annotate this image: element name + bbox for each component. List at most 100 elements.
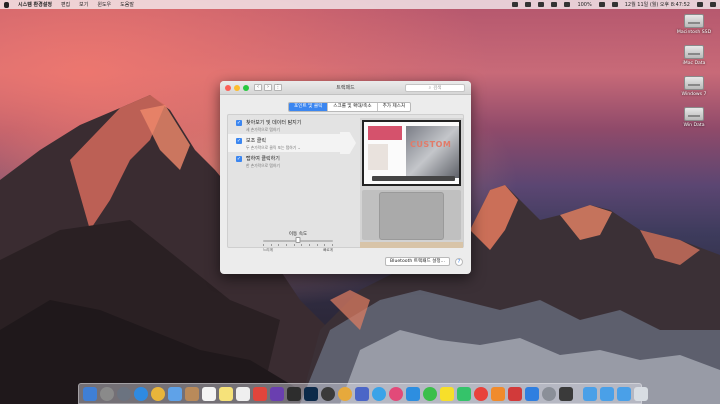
zoom-button[interactable] — [243, 84, 249, 91]
finder-icon[interactable] — [83, 386, 97, 401]
menu-edit[interactable]: 편집 — [61, 1, 70, 8]
desktop-drive[interactable]: iMac Data — [674, 45, 714, 66]
music-icon[interactable] — [474, 386, 488, 401]
reminders-icon[interactable] — [236, 386, 250, 401]
app-menu[interactable]: 시스템 환경설정 — [18, 1, 52, 8]
checkbox-lookup[interactable]: ✓ — [236, 120, 242, 126]
contacts-icon[interactable] — [185, 386, 199, 401]
tab-point-and-click[interactable]: 포인트 및 클릭 — [289, 103, 329, 111]
gesture-preview-video: CUSTOM — [360, 118, 463, 248]
notes-icon[interactable] — [219, 386, 233, 401]
media-app-icon[interactable] — [270, 386, 284, 401]
option-title: 찾아보기 및 데이터 탐지기 — [246, 120, 302, 126]
drive-label: iMac Data — [682, 61, 706, 66]
bluetooth-trackpad-setup-button[interactable]: Bluetooth 트랙패드 설정... — [385, 257, 450, 266]
preview-thumbnail — [368, 144, 388, 170]
checkbox-tap-to-click[interactable]: ✓ — [236, 156, 242, 162]
acrobat-icon[interactable] — [253, 386, 267, 401]
drive-label: Macintosh SSD — [676, 30, 712, 35]
app-icon[interactable] — [355, 386, 369, 401]
terminal-icon[interactable] — [559, 386, 573, 401]
messages-icon[interactable] — [457, 386, 471, 401]
slider-max-label: 빠르게 — [323, 248, 333, 252]
video-editor-icon[interactable] — [287, 386, 301, 401]
slider-ticks — [263, 244, 333, 246]
preview-photo — [406, 126, 459, 178]
preview-laptop-screen: CUSTOM — [362, 120, 461, 186]
help-button[interactable]: ? — [455, 258, 463, 266]
app-icon[interactable] — [338, 386, 352, 401]
status-keyboard-icon[interactable] — [525, 2, 532, 7]
kakaotalk-icon[interactable] — [440, 386, 454, 401]
skype-icon[interactable] — [372, 386, 386, 401]
dock — [78, 383, 648, 404]
settings-panel: ✓ 찾아보기 및 데이터 탐지기 세 손가락으로 탭하기 ✓ 보조 클릭 두 손… — [227, 114, 464, 252]
calendar-icon[interactable] — [202, 386, 216, 401]
desktop-drive[interactable]: Macintosh SSD — [674, 14, 714, 35]
preview-thumbnail — [368, 126, 402, 140]
notification-center-icon[interactable] — [710, 2, 716, 7]
trash-icon[interactable] — [634, 386, 648, 401]
app-icon[interactable] — [389, 386, 403, 401]
app-icon[interactable] — [491, 386, 505, 401]
menu-bar: 시스템 환경설정 편집 보기 윈도우 도움말 100% 12월 11일 (월) … — [0, 0, 720, 9]
preview-trackpad — [379, 192, 444, 240]
option-lookup[interactable]: ✓ 찾아보기 및 데이터 탐지기 세 손가락으로 탭하기 — [236, 119, 301, 133]
close-button[interactable] — [225, 84, 231, 91]
menu-window[interactable]: 윈도우 — [97, 1, 111, 8]
chrome-icon[interactable] — [151, 386, 165, 401]
mail-icon[interactable] — [168, 386, 182, 401]
github-icon[interactable] — [321, 386, 335, 401]
option-subtitle-dropdown[interactable]: 두 손가락으로 클릭 또는 탭하기 ⌄ — [246, 145, 301, 151]
drive-label: Win Data — [683, 123, 705, 128]
desktop-drive[interactable]: Win Data — [674, 107, 714, 128]
tab-scroll-and-zoom[interactable]: 스크롤 및 확대/축소 — [328, 103, 378, 111]
menu-help[interactable]: 도움말 — [120, 1, 134, 8]
tracking-speed-slider: 이동 속도 느리게 빠르게 — [263, 231, 333, 253]
launchpad-icon[interactable] — [100, 386, 114, 401]
forward-button[interactable]: › — [264, 84, 272, 91]
airplay-icon[interactable] — [551, 2, 558, 7]
trackpad-preferences-window: ‹ › ⋮ 트랙패드 ⌕ 검색 포인트 및 클릭 스크롤 및 확대/축소 추가 … — [220, 81, 471, 274]
downloads-folder-icon[interactable] — [617, 386, 631, 401]
search-field[interactable]: ⌕ 검색 — [405, 84, 465, 92]
window-titlebar[interactable]: ‹ › ⋮ 트랙패드 ⌕ 검색 — [220, 81, 471, 95]
system-preferences-icon[interactable] — [542, 386, 556, 401]
spotlight-icon[interactable] — [697, 2, 703, 7]
flag-icon[interactable] — [611, 2, 618, 7]
search-icon: ⌕ — [428, 86, 432, 91]
hard-drive-icon — [684, 45, 704, 59]
wifi-icon[interactable] — [538, 2, 545, 7]
app-store-icon[interactable] — [525, 386, 539, 401]
desktop-icons: Macintosh SSD iMac Data Windows 7 Win Da… — [674, 14, 714, 138]
photoshop-icon[interactable] — [304, 386, 318, 401]
mission-control-icon[interactable] — [117, 386, 131, 401]
battery-percent[interactable]: 100% — [577, 2, 591, 8]
slider-track[interactable] — [263, 237, 333, 243]
folder-icon[interactable] — [600, 386, 614, 401]
option-secondary-click[interactable]: ✓ 보조 클릭 두 손가락으로 클릭 또는 탭하기 ⌄ — [236, 137, 301, 151]
messenger-icon[interactable] — [423, 386, 437, 401]
safari-icon[interactable] — [134, 386, 148, 401]
tab-more-gestures[interactable]: 추가 제스처 — [377, 103, 411, 111]
folder-icon[interactable] — [583, 386, 597, 401]
option-title: 보조 클릭 — [246, 138, 266, 144]
checkbox-secondary-click[interactable]: ✓ — [236, 138, 242, 144]
battery-icon[interactable] — [598, 2, 605, 7]
slider-thumb[interactable] — [295, 237, 301, 243]
volume-icon[interactable] — [564, 2, 571, 7]
option-tap-to-click[interactable]: ✓ 탭하여 클릭하기 한 손가락으로 탭하기 — [236, 155, 280, 169]
app-icon[interactable] — [406, 386, 420, 401]
app-icon[interactable] — [508, 386, 522, 401]
minimize-button[interactable] — [234, 84, 240, 91]
menu-view[interactable]: 보기 — [79, 1, 88, 8]
back-button[interactable]: ‹ — [254, 84, 262, 91]
status-cloud-icon[interactable] — [512, 2, 519, 7]
show-all-grid-icon[interactable]: ⋮ — [274, 84, 282, 91]
preview-desk — [360, 242, 463, 248]
drive-label: Windows 7 — [681, 92, 707, 97]
menubar-clock[interactable]: 12월 11일 (월) 오후 8:47:52 — [625, 1, 690, 8]
option-title: 탭하여 클릭하기 — [246, 156, 280, 162]
apple-menu-icon[interactable] — [4, 1, 9, 8]
desktop-drive[interactable]: Windows 7 — [674, 76, 714, 97]
